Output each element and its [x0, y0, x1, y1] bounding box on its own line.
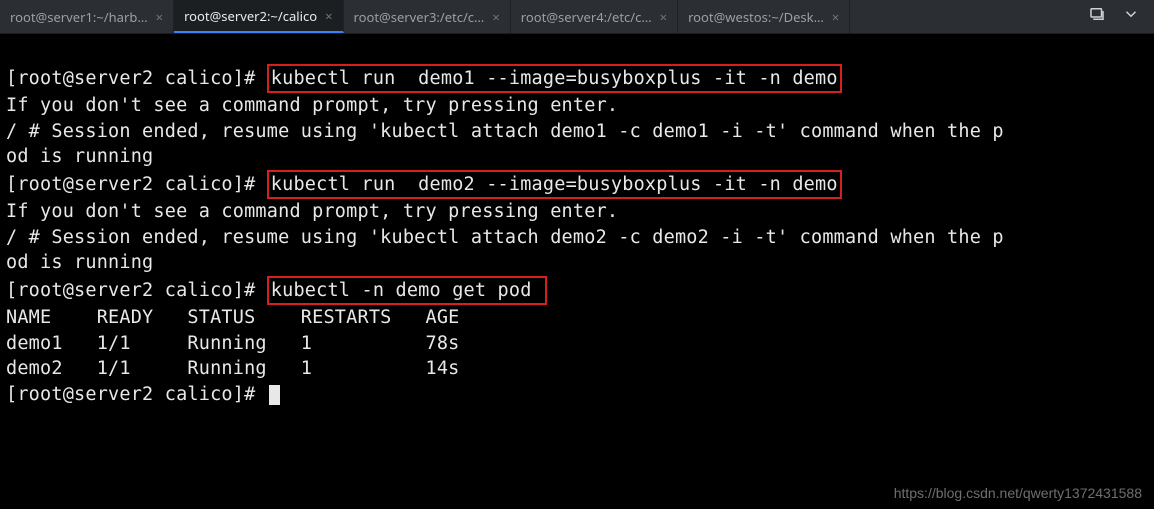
prompt: [root@server2 calico]# — [6, 68, 267, 89]
close-icon[interactable]: × — [156, 8, 163, 26]
tab-server1[interactable]: root@server1:~/harb… × — [0, 0, 174, 33]
prompt: [root@server2 calico]# — [6, 384, 267, 405]
tab-server2[interactable]: root@server2:~/calico × — [174, 0, 343, 33]
watermark: https://blog.csdn.net/qwerty1372431588 — [894, 485, 1142, 501]
tab-label: root@server1:~/harb… — [10, 8, 148, 26]
prompt: [root@server2 calico]# — [6, 174, 267, 195]
highlighted-command-1: kubectl run demo1 --image=busyboxplus -i… — [267, 64, 842, 94]
tab-label: root@server2:~/calico — [184, 7, 317, 25]
tabbar-actions — [1088, 5, 1154, 28]
tab-label: root@westos:~/Desk… — [688, 8, 824, 26]
tab-label: root@server4:/etc/c… — [521, 8, 652, 26]
chevron-down-icon[interactable] — [1122, 5, 1140, 28]
prompt: [root@server2 calico]# — [6, 280, 267, 301]
output-line: If you don't see a command prompt, try p… — [6, 201, 618, 222]
output-line: od is running — [6, 252, 153, 273]
table-row: demo1 1/1 Running 1 78s — [6, 333, 460, 354]
tab-server4[interactable]: root@server4:/etc/c… × — [511, 0, 678, 33]
output-line: If you don't see a command prompt, try p… — [6, 95, 618, 116]
table-row: demo2 1/1 Running 1 14s — [6, 358, 460, 379]
terminal-output[interactable]: [root@server2 calico]# kubectl run demo1… — [0, 34, 1154, 409]
close-icon[interactable]: × — [325, 7, 332, 25]
tab-westos[interactable]: root@westos:~/Desk… × — [678, 0, 850, 33]
output-line: / # Session ended, resume using 'kubectl… — [6, 227, 1004, 248]
table-header: NAME READY STATUS RESTARTS AGE — [6, 307, 460, 328]
close-icon[interactable]: × — [832, 8, 839, 26]
highlighted-command-2: kubectl run demo2 --image=busyboxplus -i… — [267, 170, 842, 200]
new-tab-icon[interactable] — [1088, 5, 1106, 28]
output-line: od is running — [6, 146, 153, 167]
highlighted-command-3: kubectl -n demo get pod — [267, 276, 547, 306]
tab-server3[interactable]: root@server3:/etc/c… × — [344, 0, 511, 33]
close-icon[interactable]: × — [660, 8, 667, 26]
output-line: / # Session ended, resume using 'kubectl… — [6, 121, 1004, 142]
close-icon[interactable]: × — [492, 8, 499, 26]
tab-bar: root@server1:~/harb… × root@server2:~/ca… — [0, 0, 1154, 34]
tab-label: root@server3:/etc/c… — [354, 8, 485, 26]
cursor — [269, 385, 280, 405]
